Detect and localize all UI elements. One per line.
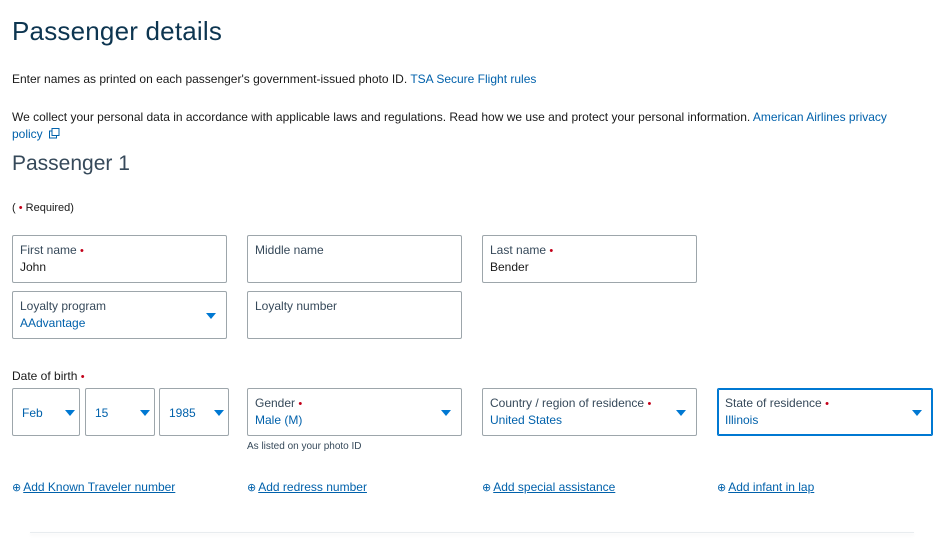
last-name-field[interactable]: Last name • Bender — [482, 235, 697, 283]
chevron-down-icon — [140, 410, 150, 416]
add-redress-link[interactable]: ⊕ Add redress number — [247, 480, 367, 494]
add-special-assistance-label: Add special assistance — [493, 480, 616, 494]
add-special-assistance-link[interactable]: ⊕ Add special assistance — [482, 480, 615, 494]
required-label: Required) — [22, 202, 74, 214]
loyalty-number-field[interactable]: Loyalty number — [247, 291, 462, 339]
chevron-down-icon — [206, 313, 216, 319]
country-label: Country / region of residence • — [490, 396, 652, 410]
state-label: State of residence • — [725, 396, 829, 410]
passenger-heading: Passenger 1 — [12, 152, 130, 175]
add-circle-icon: ⊕ — [717, 482, 727, 494]
add-circle-icon: ⊕ — [12, 482, 22, 494]
required-dot-icon: • — [549, 245, 554, 257]
last-name-label: Last name • — [490, 243, 554, 257]
section-divider — [30, 532, 914, 533]
chevron-down-icon — [441, 410, 451, 416]
dob-year-value: 1985 — [169, 406, 196, 420]
tsa-rules-link[interactable]: TSA Secure Flight rules — [410, 72, 536, 86]
add-infant-link[interactable]: ⊕ Add infant in lap — [717, 480, 814, 494]
required-dot-icon: • — [825, 398, 829, 410]
state-value: Illinois — [725, 413, 759, 427]
dob-day-value: 15 — [95, 406, 109, 420]
required-dot-icon: • — [80, 371, 85, 383]
loyalty-number-label: Loyalty number — [255, 299, 338, 313]
dob-day-select[interactable]: 15 — [85, 388, 155, 436]
chevron-down-icon — [676, 410, 686, 416]
page-title: Passenger details — [12, 16, 223, 46]
required-dot-icon: • — [298, 398, 303, 410]
required-dot-icon: • — [80, 245, 84, 257]
privacy-paragraph: We collect your personal data in accorda… — [12, 109, 917, 144]
required-paren: ( — [12, 202, 16, 214]
state-select[interactable]: State of residence • Illinois — [717, 388, 933, 436]
privacy-text: We collect your personal data in accorda… — [12, 110, 753, 124]
external-link-icon — [49, 127, 60, 144]
add-infant-label: Add infant in lap — [728, 480, 815, 494]
add-known-traveler-label: Add Known Traveler number — [23, 480, 176, 494]
last-name-value: Bender — [490, 260, 529, 274]
loyalty-program-value: AAdvantage — [20, 316, 86, 330]
first-name-label: First name • — [20, 243, 84, 257]
add-redress-label: Add redress number — [258, 480, 367, 494]
gender-value: Male (M) — [255, 413, 303, 427]
gender-label: Gender • — [255, 396, 303, 410]
dob-month-value: Feb — [22, 406, 43, 420]
dob-year-select[interactable]: 1985 — [159, 388, 229, 436]
required-note: ( • Required) — [12, 202, 74, 214]
required-dot-icon: • — [647, 398, 652, 410]
gender-hint: As listed on your photo ID — [247, 441, 362, 452]
add-circle-icon: ⊕ — [482, 482, 492, 494]
intro-text: Enter names as printed on each passenger… — [12, 72, 411, 86]
dob-label: Date of birth • — [12, 369, 85, 383]
country-value: United States — [490, 413, 563, 427]
dob-month-select[interactable]: Feb — [12, 388, 80, 436]
middle-name-field[interactable]: Middle name — [247, 235, 462, 283]
first-name-value: John — [20, 260, 47, 274]
middle-name-label: Middle name — [255, 243, 324, 257]
loyalty-program-select[interactable]: Loyalty program AAdvantage — [12, 291, 227, 339]
country-select[interactable]: Country / region of residence • United S… — [482, 388, 697, 436]
chevron-down-icon — [214, 410, 224, 416]
intro-paragraph: Enter names as printed on each passenger… — [12, 71, 536, 88]
chevron-down-icon — [65, 410, 75, 416]
add-circle-icon: ⊕ — [247, 482, 257, 494]
first-name-field[interactable]: First name • John — [12, 235, 227, 283]
add-known-traveler-link[interactable]: ⊕ Add Known Traveler number — [12, 480, 175, 494]
chevron-down-icon — [912, 410, 922, 416]
gender-select[interactable]: Gender • Male (M) — [247, 388, 462, 436]
loyalty-program-label: Loyalty program — [20, 299, 107, 313]
